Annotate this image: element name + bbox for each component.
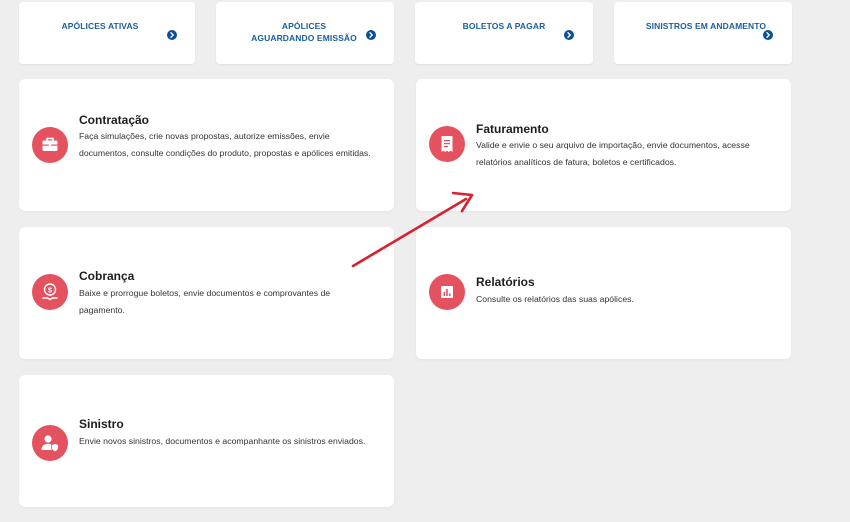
card-description: Valide e envie o seu arquivo de importaç… bbox=[476, 140, 750, 167]
card-faturamento[interactable]: Faturamento Valide e envie o seu arquivo… bbox=[416, 79, 791, 211]
quick-link-sinistros-em-andamento[interactable]: SINISTROS EM ANDAMENTO bbox=[614, 2, 792, 64]
card-description: Consulte os relatórios das suas apólices… bbox=[476, 294, 634, 304]
card-title: Faturamento bbox=[476, 122, 549, 136]
chevron-right-circle-icon bbox=[366, 30, 376, 40]
bar-chart-icon bbox=[429, 274, 465, 310]
user-shield-icon bbox=[32, 425, 68, 461]
card-cobranca[interactable]: $ Cobrança Baixe e prorrogue boletos, en… bbox=[19, 227, 394, 359]
chevron-right-circle-icon bbox=[564, 30, 574, 40]
card-title: Contratação bbox=[79, 113, 150, 127]
svg-text:$: $ bbox=[48, 285, 53, 294]
quick-link-apolices-aguardando-emissao[interactable]: APÓLICES AGUARDANDO EMISSÃO bbox=[216, 2, 394, 64]
card-relatorios[interactable]: Relatórios Consulte os relatórios das su… bbox=[416, 227, 791, 359]
briefcase-icon bbox=[32, 127, 68, 163]
chevron-right-circle-icon bbox=[167, 30, 177, 40]
card-title: Sinistro bbox=[79, 417, 124, 431]
chevron-right-circle-icon bbox=[763, 30, 773, 40]
quick-link-boletos-a-pagar[interactable]: BOLETOS A PAGAR bbox=[415, 2, 593, 64]
invoice-icon bbox=[429, 126, 465, 162]
money-hand-icon: $ bbox=[32, 274, 68, 310]
card-sinistro[interactable]: Sinistro Envie novos sinistros, document… bbox=[19, 375, 394, 507]
card-title: Cobrança bbox=[79, 269, 135, 283]
card-description: Baixe e prorrogue boletos, envie documen… bbox=[79, 288, 331, 315]
card-description: Envie novos sinistros, documentos e acom… bbox=[79, 436, 366, 446]
card-contratacao[interactable]: Contratação Faça simulações, crie novas … bbox=[19, 79, 394, 211]
quick-link-apolices-ativas[interactable]: APÓLICES ATIVAS bbox=[19, 2, 195, 64]
card-description: Faça simulações, crie novas propostas, a… bbox=[79, 131, 371, 158]
card-title: Relatórios bbox=[476, 275, 535, 289]
